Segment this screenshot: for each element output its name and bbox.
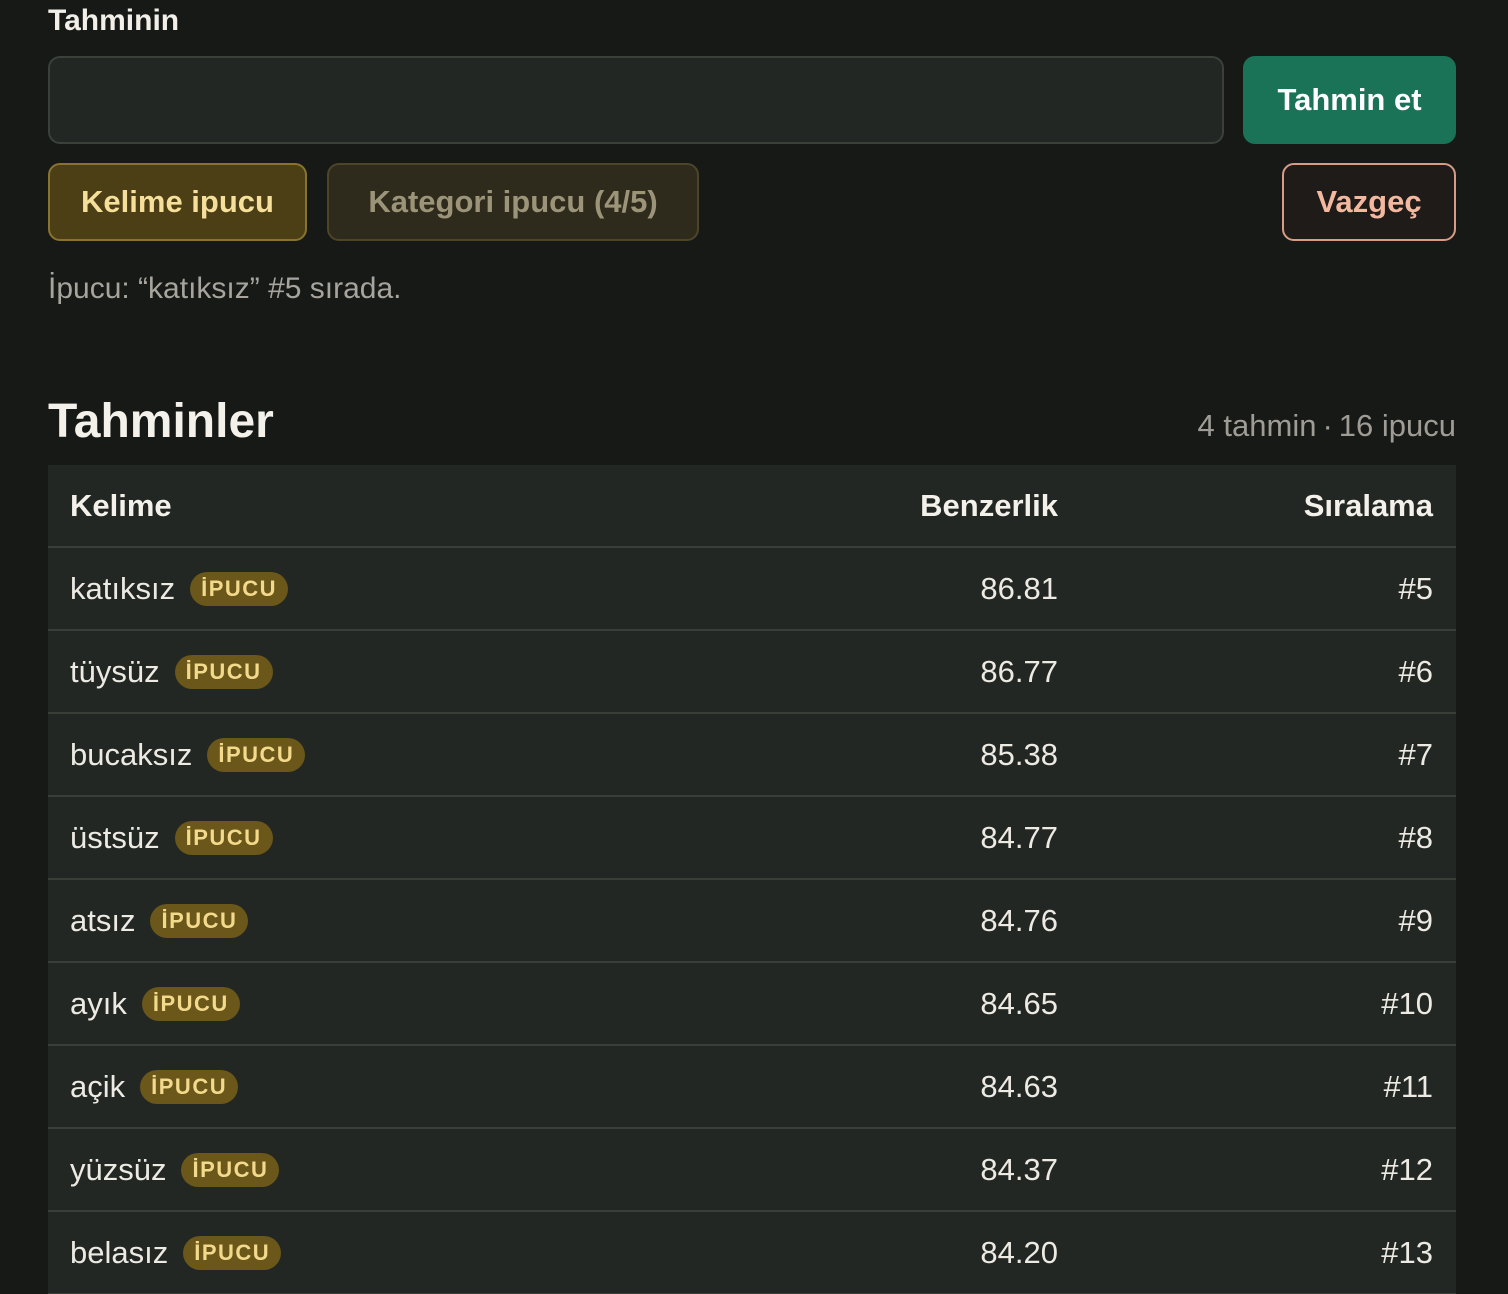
hint-badge: İPUCU xyxy=(183,1235,282,1270)
rank-value: #10 xyxy=(1381,986,1433,1021)
guess-word: tüysüz xyxy=(70,654,160,689)
hint-badge: İPUCU xyxy=(181,1152,280,1187)
submit-guess-button[interactable]: Tahmin et xyxy=(1243,56,1456,144)
table-row: bucaksız İPUCU 85.38 #7 xyxy=(48,714,1456,797)
rank-value: #5 xyxy=(1398,571,1433,606)
rank-value: #11 xyxy=(1383,1069,1433,1104)
guess-count: 4 tahmin xyxy=(1197,408,1317,443)
give-up-button[interactable]: Vazgeç xyxy=(1282,163,1456,241)
hint-badge: İPUCU xyxy=(190,571,289,606)
guess-word-cell: açik İPUCU xyxy=(70,1046,239,1127)
rank-value: #12 xyxy=(1381,1152,1433,1187)
guess-word: açik xyxy=(70,1069,126,1104)
table-row: katıksız İPUCU 86.81 #5 xyxy=(48,548,1456,631)
similarity-value: 84.20 xyxy=(980,1235,1058,1270)
guess-word-cell: ayık İPUCU xyxy=(70,963,240,1044)
hint-message: İpucu: “katıksız” #5 sırada. xyxy=(48,272,402,305)
table-row: ayık İPUCU 84.65 #10 xyxy=(48,963,1456,1046)
summary-separator: · xyxy=(1322,408,1333,443)
similarity-value: 84.65 xyxy=(980,986,1058,1021)
category-hint-button[interactable]: Kategori ipucu (4/5) xyxy=(327,163,699,241)
guesses-title: Tahminler xyxy=(48,395,274,448)
table-row: yüzsüz İPUCU 84.37 #12 xyxy=(48,1129,1456,1212)
column-header-similarity: Benzerlik xyxy=(920,488,1058,523)
guess-word: ayık xyxy=(70,986,127,1021)
table-row: açik İPUCU 84.63 #11 xyxy=(48,1046,1456,1129)
similarity-value: 84.77 xyxy=(980,820,1058,855)
guess-word-cell: belasız İPUCU xyxy=(70,1212,282,1293)
table-row: atsız İPUCU 84.76 #9 xyxy=(48,880,1456,963)
table-row: belasız İPUCU 84.20 #13 xyxy=(48,1212,1456,1294)
guess-word: belasız xyxy=(70,1235,169,1270)
similarity-value: 86.77 xyxy=(980,654,1058,689)
hint-badge: İPUCU xyxy=(174,654,273,689)
hint-badge: İPUCU xyxy=(150,903,249,938)
guess-word: üstsüz xyxy=(70,820,160,855)
guess-word-cell: atsız İPUCU xyxy=(70,880,249,961)
similarity-value: 84.76 xyxy=(980,903,1058,938)
table-row: tüysüz İPUCU 86.77 #6 xyxy=(48,631,1456,714)
column-header-rank: Sıralama xyxy=(1303,488,1433,523)
hint-badge: İPUCU xyxy=(207,737,306,772)
rank-value: #9 xyxy=(1398,903,1433,938)
guess-word-cell: üstsüz İPUCU xyxy=(70,797,273,878)
rank-value: #7 xyxy=(1398,737,1433,772)
guess-word-cell: katıksız İPUCU xyxy=(70,548,289,629)
similarity-value: 85.38 xyxy=(980,737,1058,772)
rank-value: #13 xyxy=(1381,1235,1433,1270)
game-page: Tahminin Tahmin et Kelime ipucu Kategori… xyxy=(0,0,1508,1294)
guess-word: bucaksız xyxy=(70,737,193,772)
similarity-value: 86.81 xyxy=(980,571,1058,606)
hint-badge: İPUCU xyxy=(140,1069,239,1104)
hint-badge: İPUCU xyxy=(141,986,240,1021)
hint-badge: İPUCU xyxy=(174,820,273,855)
rank-value: #6 xyxy=(1398,654,1433,689)
similarity-value: 84.37 xyxy=(980,1152,1058,1187)
guesses-table: Kelime Benzerlik Sıralama katıksız İPUCU … xyxy=(48,465,1456,1294)
guess-word: atsız xyxy=(70,903,136,938)
guess-field-label: Tahminin xyxy=(48,4,180,37)
guess-word-cell: bucaksız İPUCU xyxy=(70,714,306,795)
rank-value: #8 xyxy=(1398,820,1433,855)
table-row: üstsüz İPUCU 84.77 #8 xyxy=(48,797,1456,880)
table-header: Kelime Benzerlik Sıralama xyxy=(48,465,1456,548)
hint-count: 16 ipucu xyxy=(1338,408,1456,443)
guess-word-cell: tüysüz İPUCU xyxy=(70,631,273,712)
similarity-value: 84.63 xyxy=(980,1069,1058,1104)
guess-input[interactable] xyxy=(48,56,1224,144)
word-hint-button[interactable]: Kelime ipucu xyxy=(48,163,307,241)
guess-word: katıksız xyxy=(70,571,176,606)
guesses-summary: 4 tahmin · 16 ipucu xyxy=(1198,408,1456,444)
guess-word-cell: yüzsüz İPUCU xyxy=(70,1129,280,1210)
guess-word: yüzsüz xyxy=(70,1152,167,1187)
column-header-word: Kelime xyxy=(70,488,172,523)
